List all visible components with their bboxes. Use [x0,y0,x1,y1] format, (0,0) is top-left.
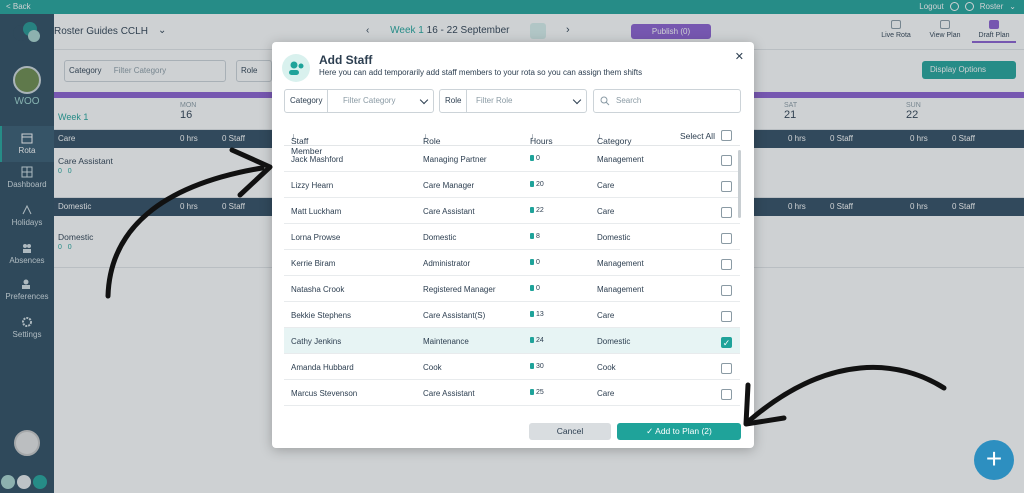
staff-hours: 0 [530,155,540,162]
staff-category: Domestic [597,337,631,346]
staff-role: Cook [423,363,442,372]
staff-category: Management [597,259,644,268]
staff-name: Natasha Crook [291,285,345,294]
modal-subtitle: Here you can add temporarily add staff m… [319,68,643,77]
table-row[interactable]: Lizzy Hearn Care Manager 20 Care [284,172,740,198]
add-staff-modal: Add Staff Here you can add temporarily a… [272,42,754,448]
staff-role: Care Manager [423,181,475,190]
add-fab-button[interactable]: + [974,440,1014,480]
staff-hours: 0 [530,285,540,292]
staff-hours: 22 [530,207,544,214]
hours-icon [530,363,534,369]
add-user-icon [282,54,310,82]
staff-hours: 0 [530,259,540,266]
scrollbar[interactable] [738,150,741,218]
select-all-checkbox[interactable] [721,130,732,141]
hours-icon [530,207,534,213]
table-row[interactable]: Amanda Hubbard Cook 30 Cook [284,354,740,380]
cancel-button[interactable]: Cancel [529,423,611,440]
modal-search-input[interactable]: Search [593,89,741,113]
staff-name: Lorna Prowse [291,233,341,242]
staff-hours: 13 [530,311,544,318]
staff-category: Management [597,285,644,294]
staff-role: Managing Partner [423,155,487,164]
table-row[interactable]: Marcus Stevenson Care Assistant 25 Care [284,380,740,406]
row-checkbox[interactable]: ✓ [721,337,732,348]
row-checkbox[interactable] [721,233,732,244]
staff-category: Domestic [597,233,631,242]
select-all-label: Select All [680,131,715,141]
hours-icon [530,311,534,317]
staff-category: Management [597,155,644,164]
row-checkbox[interactable] [721,363,732,374]
staff-hours: 25 [530,389,544,396]
hours-icon [530,285,534,291]
modal-category-filter[interactable]: Category Filter Category [284,89,434,113]
column-header-category[interactable]: Category ↓ [597,131,632,146]
staff-category: Cook [597,363,616,372]
table-row[interactable]: Bekkie Stephens Care Assistant(S) 13 Care [284,302,740,328]
staff-hours: 24 [530,337,544,344]
row-checkbox[interactable] [721,389,732,400]
staff-role: Care Assistant(S) [423,311,486,320]
row-checkbox[interactable] [721,311,732,322]
staff-hours: 8 [530,233,540,240]
table-row[interactable]: Matt Luckham Care Assistant 22 Care [284,198,740,224]
staff-role: Maintenance [423,337,469,346]
table-row[interactable]: Jack Mashford Managing Partner 0 Management [284,146,740,172]
column-header-role[interactable]: Role ↓ [423,131,440,146]
table-row[interactable]: Kerrie Biram Administrator 0 Management [284,250,740,276]
row-checkbox[interactable] [721,259,732,270]
staff-category: Care [597,207,615,216]
table-row[interactable]: Lorna Prowse Domestic 8 Domestic [284,224,740,250]
staff-table-header: Staff Member ↓ Role ↓ Hours ↓ Category ↓… [284,126,740,156]
hours-icon [530,155,534,161]
add-to-plan-button[interactable]: ✓ Add to Plan (2) [617,423,741,440]
staff-table-body: Jack Mashford Managing Partner 0 Management… [284,146,740,416]
column-header-name[interactable]: Staff Member ↓ [291,131,322,156]
staff-hours: 20 [530,181,544,188]
staff-category: Care [597,311,615,320]
staff-role: Administrator [423,259,471,268]
hours-icon [530,389,534,395]
staff-role: Domestic [423,233,457,242]
staff-name: Matt Luckham [291,207,342,216]
modal-role-filter[interactable]: Role Filter Role [439,89,587,113]
table-row[interactable]: Natasha Crook Registered Manager 0 Manageme… [284,276,740,302]
staff-name: Lizzy Hearn [291,181,334,190]
hours-icon [530,259,534,265]
row-checkbox[interactable] [721,181,732,192]
staff-role: Registered Manager [423,285,496,294]
chevron-down-icon [419,95,429,105]
hours-icon [530,181,534,187]
staff-role: Care Assistant [423,389,475,398]
staff-name: Amanda Hubbard [291,363,354,372]
staff-category: Care [597,181,615,190]
row-checkbox[interactable] [721,207,732,218]
modal-title: Add Staff [319,53,373,67]
column-header-hours[interactable]: Hours ↓ [530,131,553,146]
row-checkbox[interactable] [721,155,732,166]
staff-name: Jack Mashford [291,155,344,164]
table-row[interactable]: Cathy Jenkins Maintenance 24 Domestic ✓ [284,328,740,354]
staff-name: Bekkie Stephens [291,311,352,320]
staff-name: Kerrie Biram [291,259,336,268]
staff-hours: 30 [530,363,544,370]
row-checkbox[interactable] [721,285,732,296]
chevron-down-icon [572,95,582,105]
staff-role: Care Assistant [423,207,475,216]
close-icon[interactable]: ✕ [735,50,744,63]
staff-name: Marcus Stevenson [291,389,358,398]
hours-icon [530,337,534,343]
hours-icon [530,233,534,239]
staff-category: Care [597,389,615,398]
search-icon [600,96,610,106]
staff-name: Cathy Jenkins [291,337,342,346]
